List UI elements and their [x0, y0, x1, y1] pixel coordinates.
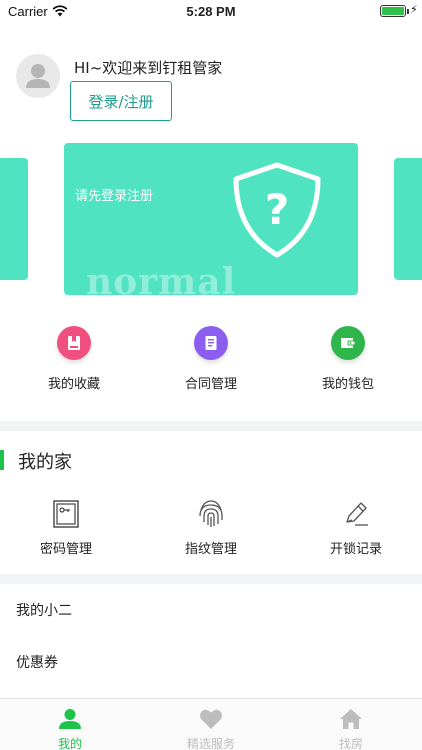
person-icon: [59, 709, 81, 729]
tab-services[interactable]: 精选服务: [141, 699, 281, 750]
tab-mine[interactable]: 我的: [0, 699, 140, 750]
fingerprint-icon: [199, 500, 223, 527]
section-divider: [0, 574, 422, 584]
charging-icon: ⚡: [410, 3, 418, 16]
quick-action-label: 我的收藏: [47, 377, 100, 392]
quick-action-label: 合同管理: [184, 377, 237, 392]
pencil-record-icon: [346, 502, 368, 526]
wallet-icon: [331, 326, 365, 360]
section-title: 我的家: [18, 452, 72, 473]
avatar[interactable]: [16, 54, 60, 98]
carousel-card-previous[interactable]: [0, 158, 28, 280]
status-bar: Carrier 5:28 PM ⚡: [0, 0, 422, 24]
house-icon: [340, 709, 362, 729]
tab-label: 我的: [57, 737, 82, 750]
quick-action-label: 我的钱包: [321, 377, 374, 392]
tab-label: 精选服务: [186, 737, 235, 750]
battery-icon: [380, 5, 409, 17]
greeting-text: HI~欢迎来到钉租管家: [74, 59, 223, 77]
tab-bar: 我的 精选服务 找房: [0, 698, 422, 750]
document-icon: [194, 326, 228, 360]
tab-label: 找房: [338, 737, 363, 750]
list-item-my-assistant[interactable]: 我的小二: [0, 584, 422, 636]
home-actions: 密码管理 指纹管理 开锁记录: [0, 498, 422, 558]
section-accent-bar: [0, 450, 4, 470]
keypad-lock-icon: [53, 500, 79, 528]
home-action-label: 开锁记录: [329, 542, 382, 557]
carousel-card-current[interactable]: 请先登录注册 ? normal: [64, 143, 358, 295]
list-item-label: 我的小二: [16, 603, 72, 619]
shield-question-icon: ?: [233, 162, 321, 258]
home-action-password[interactable]: 密码管理: [0, 498, 136, 557]
banner-watermark: normal: [86, 261, 237, 295]
quick-action-wallet[interactable]: 我的钱包: [278, 322, 418, 392]
home-action-fingerprint[interactable]: 指纹管理: [141, 498, 281, 557]
tab-find-house[interactable]: 找房: [281, 699, 421, 750]
home-action-label: 密码管理: [39, 542, 92, 557]
section-divider: [0, 421, 422, 431]
home-action-unlock-records[interactable]: 开锁记录: [286, 498, 422, 557]
status-time: 5:28 PM: [186, 4, 236, 19]
quick-action-contracts[interactable]: 合同管理: [141, 322, 281, 392]
svg-text:?: ?: [265, 185, 289, 234]
bookmark-icon: [57, 326, 91, 360]
list-item-label: 优惠券: [16, 655, 58, 671]
banner-text: 请先登录注册: [75, 189, 154, 204]
user-avatar-icon: [26, 64, 50, 88]
quick-actions: 我的收藏 合同管理 我的钱包: [0, 322, 422, 394]
list-item-coupons[interactable]: 优惠券: [0, 636, 422, 688]
quick-action-favorites[interactable]: 我的收藏: [4, 322, 144, 392]
home-action-label: 指纹管理: [184, 542, 237, 557]
carousel-card-next[interactable]: [394, 158, 422, 280]
heart-icon: [200, 709, 222, 729]
login-register-button[interactable]: 登录/注册: [70, 81, 172, 121]
